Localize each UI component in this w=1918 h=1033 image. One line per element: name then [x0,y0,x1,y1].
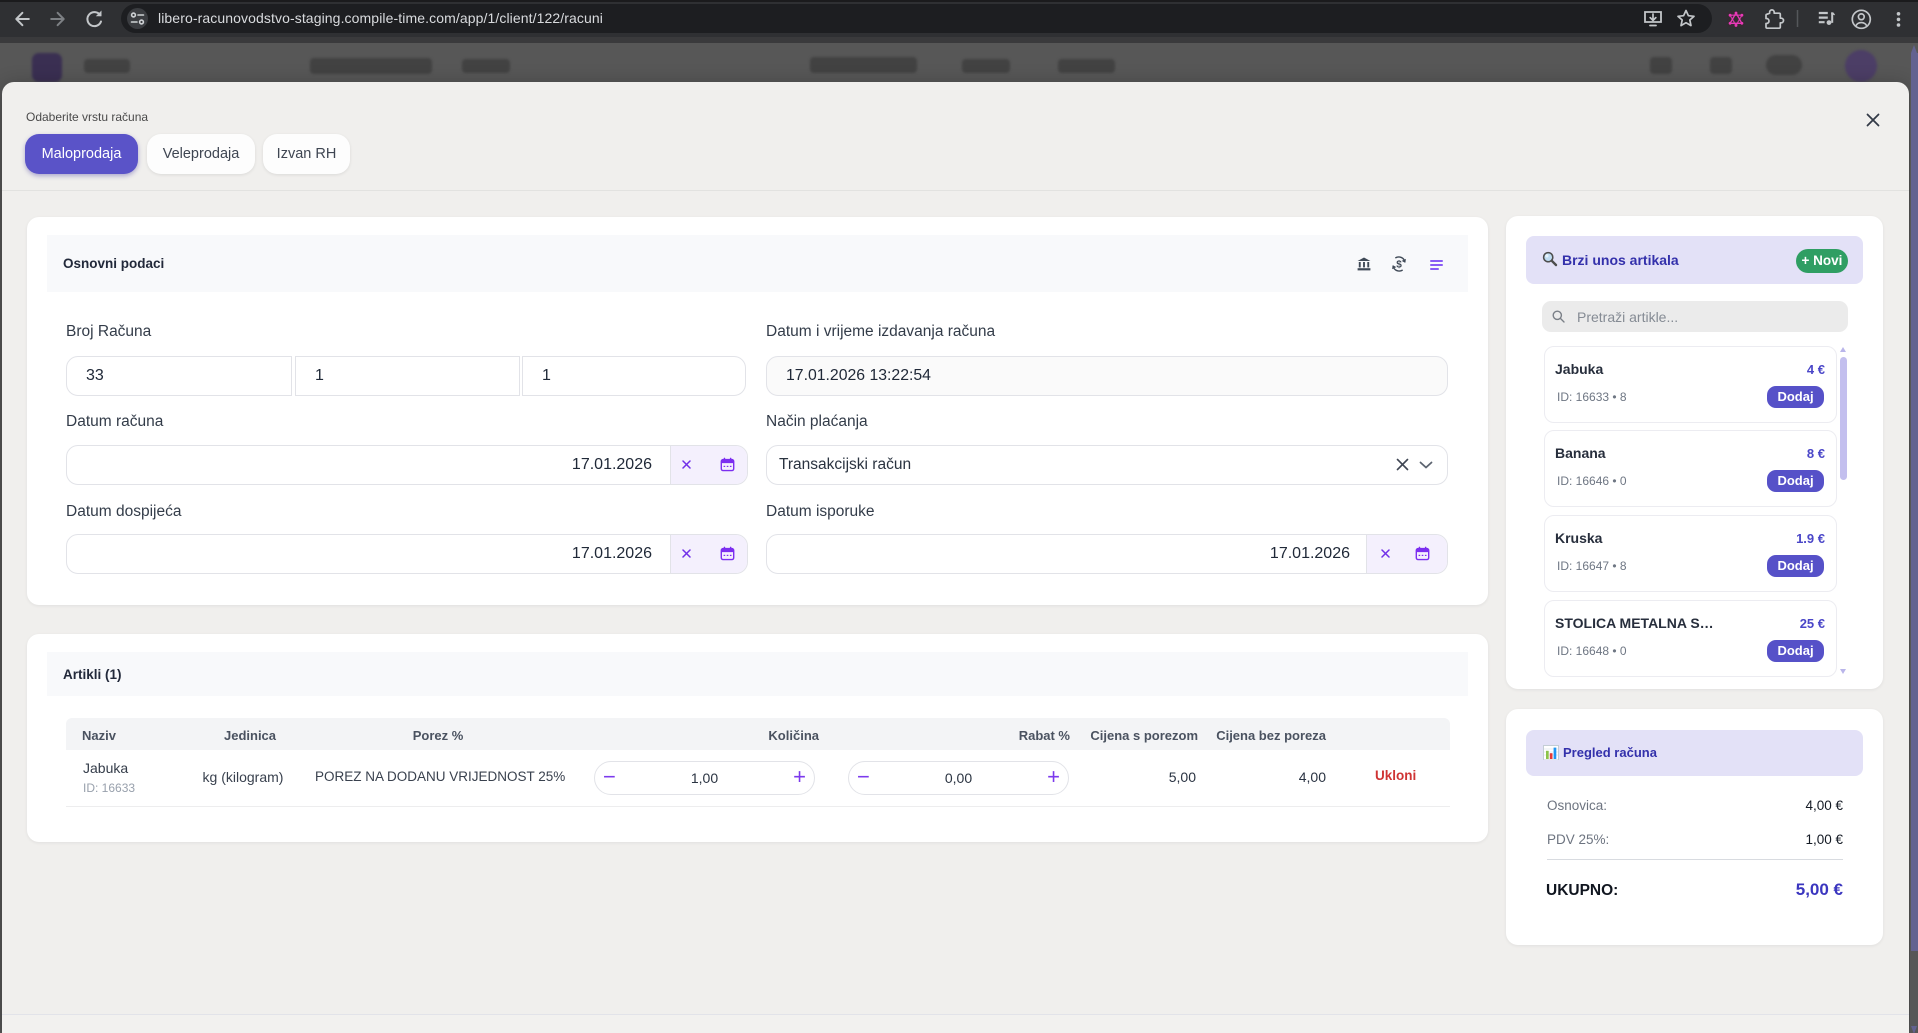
svg-text:$: $ [1396,259,1402,270]
